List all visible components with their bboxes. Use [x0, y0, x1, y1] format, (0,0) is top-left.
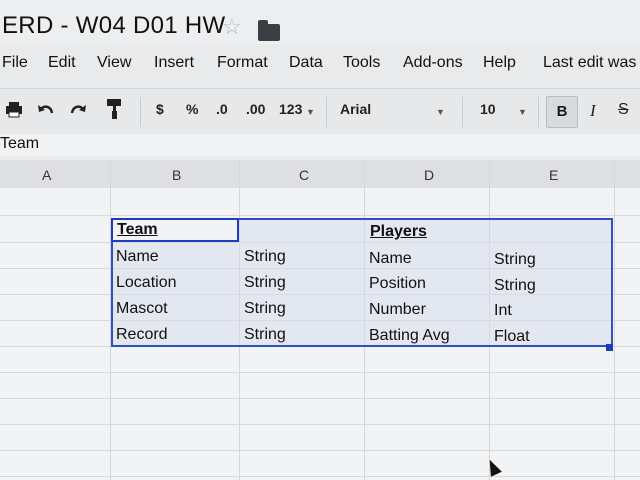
menu-file[interactable]: File	[2, 54, 28, 72]
menu-tools[interactable]: Tools	[343, 54, 380, 72]
cell-players-header[interactable]: Players	[370, 223, 427, 241]
paint-format-icon[interactable]	[104, 97, 126, 121]
column-header-b[interactable]: B	[172, 167, 181, 183]
table-cell[interactable]: Position	[369, 275, 426, 293]
table-cell[interactable]: String	[494, 277, 536, 295]
star-icon[interactable]: ☆	[222, 14, 242, 40]
chevron-down-icon: ▼	[518, 107, 527, 117]
menu-data[interactable]: Data	[289, 54, 323, 72]
cell-team-header[interactable]: Team	[117, 221, 158, 239]
increase-decimals-button[interactable]: .00	[246, 101, 265, 117]
redo-icon[interactable]	[68, 99, 88, 119]
toolbar-divider	[326, 97, 327, 127]
menu-add-ons[interactable]: Add-ons	[403, 54, 463, 72]
column-header-d[interactable]: D	[424, 167, 434, 183]
menu-edit[interactable]: Edit	[48, 54, 76, 72]
print-icon[interactable]	[4, 99, 24, 119]
table-cell[interactable]: Int	[494, 302, 512, 320]
row-divider	[0, 450, 640, 451]
currency-format-button[interactable]: $	[156, 101, 164, 117]
font-size-dropdown[interactable]: 10	[480, 101, 496, 117]
menu-view[interactable]: View	[97, 54, 131, 72]
table-cell[interactable]: String	[244, 248, 286, 266]
bold-button[interactable]: B	[546, 96, 578, 128]
table-cell[interactable]: String	[244, 326, 286, 344]
more-formats-button[interactable]: 123	[279, 101, 302, 117]
chevron-down-icon: ▼	[436, 107, 445, 117]
title-bar: ERD - W04 D01 HW ☆	[0, 0, 640, 44]
column-header-row: A B C D E	[0, 160, 640, 189]
table-cell[interactable]: Record	[116, 326, 168, 344]
last-edit-link[interactable]: Last edit was	[543, 54, 636, 72]
folder-icon[interactable]	[258, 20, 280, 41]
table-cell[interactable]: Mascot	[116, 300, 168, 318]
undo-icon[interactable]	[36, 99, 56, 119]
table-cell[interactable]: Number	[369, 301, 426, 319]
column-header-c[interactable]: C	[299, 167, 309, 183]
menu-insert[interactable]: Insert	[154, 54, 194, 72]
toolbar-divider	[538, 97, 539, 127]
table-cell[interactable]: Name	[116, 248, 159, 266]
formula-value: Team	[0, 135, 40, 152]
table-cell[interactable]: String	[494, 251, 536, 269]
row-divider	[0, 398, 640, 399]
italic-button[interactable]: I	[590, 101, 596, 121]
chevron-down-icon: ▼	[306, 107, 315, 117]
font-family-dropdown[interactable]: Arial	[340, 101, 371, 117]
toolbar-divider	[140, 97, 141, 127]
decrease-decimals-button[interactable]: .0	[216, 101, 228, 117]
table-cell[interactable]: String	[244, 300, 286, 318]
table-cell[interactable]: Batting Avg	[369, 327, 450, 345]
document-title[interactable]: ERD - W04 D01 HW	[2, 12, 226, 40]
row-divider	[0, 476, 640, 477]
strikethrough-button[interactable]: S	[618, 101, 629, 119]
toolbar: $ % .0 .00 123 ▼ Arial ▼ 10 ▼ I S	[0, 88, 640, 136]
table-cell[interactable]: Location	[116, 274, 177, 292]
table-cell[interactable]: Float	[494, 328, 530, 346]
table-cell[interactable]: String	[244, 274, 286, 292]
table-cell[interactable]: Name	[369, 250, 412, 268]
row-divider	[0, 215, 640, 216]
menu-help[interactable]: Help	[483, 54, 516, 72]
formula-bar[interactable]: Team	[0, 134, 640, 156]
menu-format[interactable]: Format	[217, 54, 268, 72]
row-divider	[0, 372, 640, 373]
row-divider	[0, 424, 640, 425]
column-divider	[614, 160, 615, 480]
menu-bar: File Edit View Insert Format Data Tools …	[0, 52, 640, 82]
column-header-a[interactable]: A	[42, 167, 51, 183]
column-header-e[interactable]: E	[549, 167, 558, 183]
percent-format-button[interactable]: %	[186, 101, 198, 117]
toolbar-divider	[462, 97, 463, 127]
fill-handle[interactable]	[606, 344, 613, 351]
